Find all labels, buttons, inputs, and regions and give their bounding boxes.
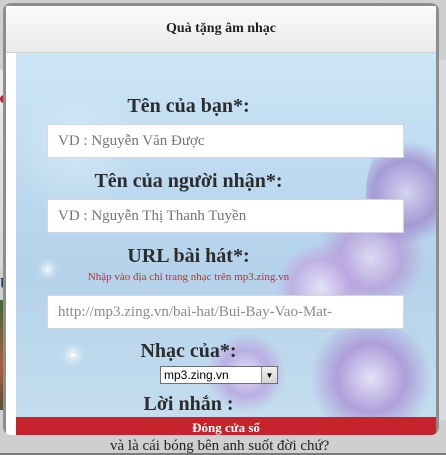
your-name-label: Tên của bạn*: [127, 95, 250, 117]
music-source-label: Nhạc của*: [140, 340, 237, 362]
modal-gutter [6, 53, 16, 435]
music-gift-modal: Quà tặng âm nhạc Tên của bạn*: Tên của n… [3, 3, 439, 435]
your-name-input[interactable] [47, 124, 404, 158]
music-source-selected: mp3.zing.vn [164, 368, 229, 382]
modal-header: Quà tặng âm nhạc [6, 6, 436, 53]
chevron-down-icon[interactable]: ▼ [261, 367, 277, 383]
background-bottom-text: và là cái bóng bên anh suốt đời chứ? [110, 438, 330, 454]
recipient-name-input[interactable] [47, 199, 404, 233]
recipient-name-label: Tên của người nhận*: [94, 170, 283, 192]
modal-title: Quà tặng âm nhạc [165, 21, 277, 36]
song-url-label: URL bài hát*: [127, 245, 250, 267]
modal-body: Tên của bạn*: Tên của người nhận*: URL b… [16, 53, 436, 417]
close-window-button[interactable]: Đóng cửa sổ [16, 417, 436, 435]
song-url-input[interactable] [47, 295, 404, 329]
music-source-select[interactable]: mp3.zing.vn ▼ [160, 366, 278, 384]
song-url-hint: Nhập vào địa chỉ trang nhạc trên mp3.zin… [87, 271, 290, 283]
message-label: Lời nhắn : [143, 393, 234, 415]
